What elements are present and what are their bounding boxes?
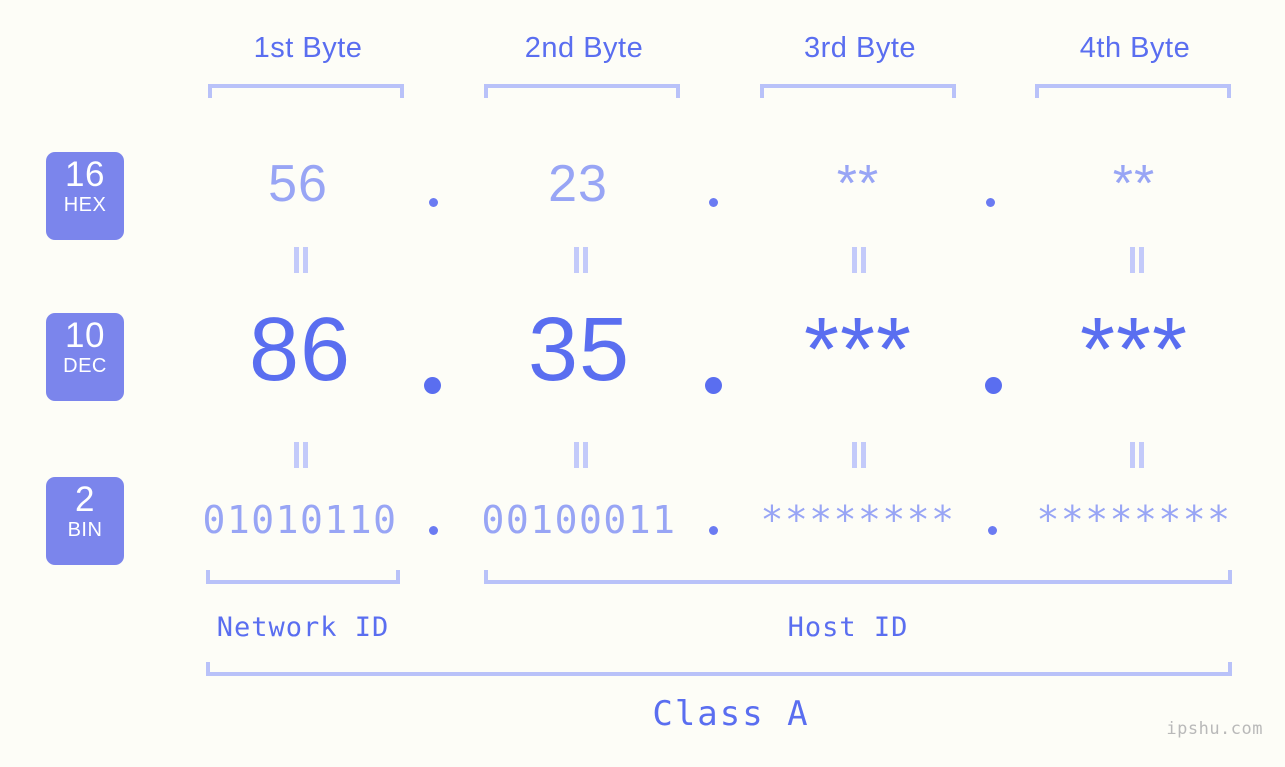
hex-byte-2-value: 23: [548, 155, 608, 213]
equals-mark-dec-bin-3: [848, 442, 870, 468]
hex-byte-3-value: **: [836, 155, 880, 213]
ip-address-breakdown-diagram: 1st Byte 2nd Byte 3rd Byte 4th Byte 16 H…: [0, 0, 1285, 767]
equals-mark-dec-bin-2: [570, 442, 592, 468]
bin-dot-separator-3: [988, 526, 997, 535]
bin-dot-separator-2: [709, 526, 718, 535]
equals-mark-dec-bin-1: [290, 442, 312, 468]
byte-bracket-4: [1035, 84, 1231, 98]
hex-dot-separator-3: [986, 198, 995, 207]
base-badge-hex-name: HEX: [63, 194, 107, 216]
equals-mark-hex-dec-4: [1126, 247, 1148, 273]
byte-header-1: 1st Byte: [253, 32, 363, 64]
dec-byte-3-value: ***: [803, 300, 913, 400]
byte-bracket-3: [760, 84, 956, 98]
dec-byte-2-value: 35: [527, 300, 631, 400]
hex-byte-4-value: **: [1112, 155, 1156, 213]
bin-byte-2-value: 00100011: [481, 498, 677, 542]
base-badge-bin-number: 2: [75, 480, 95, 519]
base-badge-hex-number: 16: [65, 155, 105, 194]
base-badge-dec-name: DEC: [63, 355, 107, 377]
dec-byte-1-value: 86: [248, 300, 352, 400]
base-badge-bin: 2 BIN: [46, 477, 124, 565]
byte-header-2: 2nd Byte: [524, 32, 644, 64]
dec-dot-separator-1: [424, 377, 441, 394]
hex-dot-separator-1: [429, 198, 438, 207]
equals-mark-hex-dec-3: [848, 247, 870, 273]
base-badge-dec: 10 DEC: [46, 313, 124, 401]
bin-byte-1-value: 01010110: [202, 498, 398, 542]
equals-mark-dec-bin-4: [1126, 442, 1148, 468]
host-id-label: Host ID: [787, 612, 909, 643]
byte-header-4: 4th Byte: [1079, 32, 1191, 64]
base-badge-hex: 16 HEX: [46, 152, 124, 240]
base-badge-dec-number: 10: [65, 316, 105, 355]
equals-mark-hex-dec-2: [570, 247, 592, 273]
bin-byte-4-value: ********: [1036, 498, 1232, 542]
hex-dot-separator-2: [709, 198, 718, 207]
hex-byte-1-value: 56: [268, 155, 328, 213]
equals-mark-hex-dec-1: [290, 247, 312, 273]
byte-bracket-2: [484, 84, 680, 98]
byte-bracket-1: [208, 84, 404, 98]
class-label: Class A: [652, 694, 810, 734]
bin-dot-separator-1: [429, 526, 438, 535]
byte-header-3: 3rd Byte: [804, 32, 916, 64]
bin-byte-3-value: ********: [760, 498, 956, 542]
host-id-bracket: [484, 570, 1232, 584]
dec-dot-separator-3: [985, 377, 1002, 394]
class-bracket: [206, 662, 1232, 676]
dec-byte-4-value: ***: [1079, 300, 1189, 400]
network-id-bracket: [206, 570, 400, 584]
base-badge-bin-name: BIN: [67, 519, 103, 541]
network-id-label: Network ID: [216, 612, 390, 643]
site-watermark: ipshu.com: [1166, 719, 1263, 739]
dec-dot-separator-2: [705, 377, 722, 394]
